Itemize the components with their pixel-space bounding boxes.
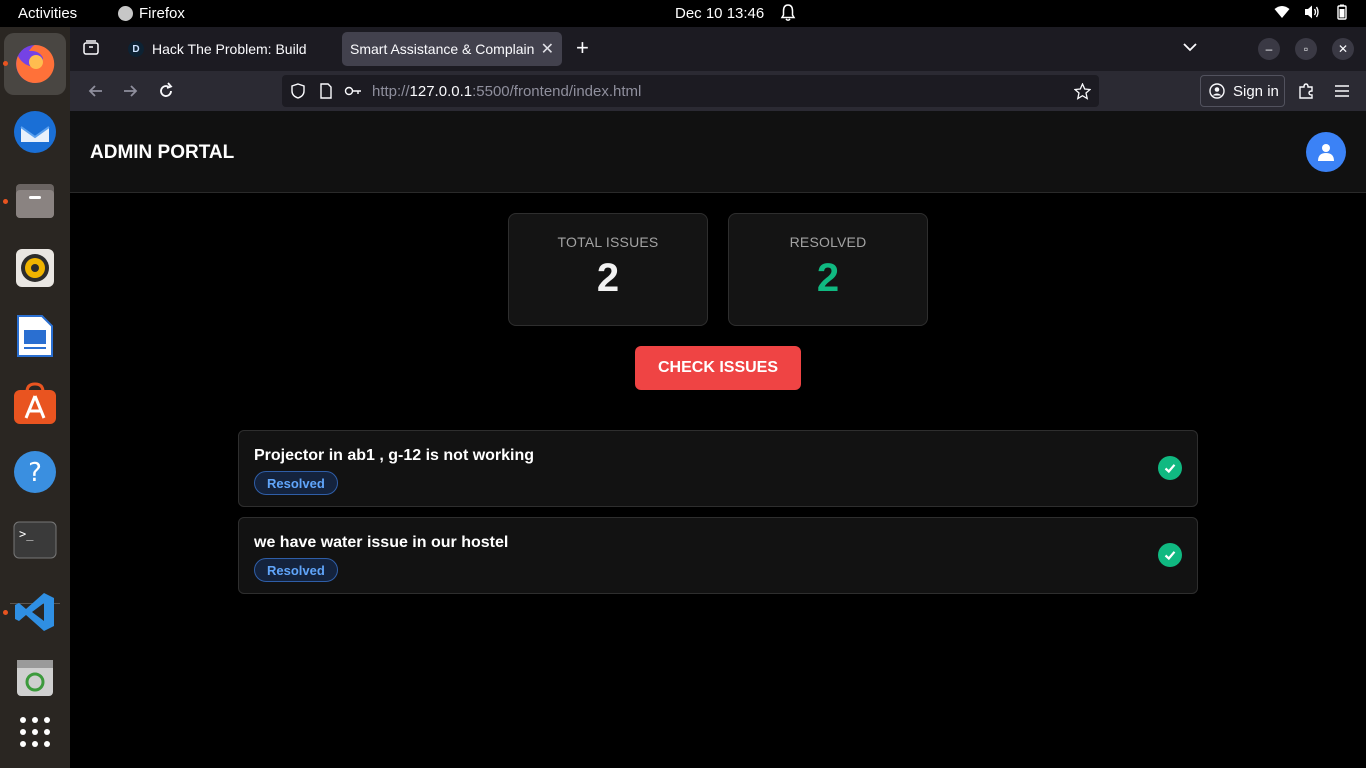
files-icon bbox=[16, 184, 54, 218]
bell-icon bbox=[780, 4, 796, 21]
dock-vscode[interactable] bbox=[10, 587, 60, 637]
tab-favicon: D bbox=[128, 41, 144, 57]
tab-title: Smart Assistance & Complain bbox=[350, 41, 535, 57]
firefox-icon bbox=[16, 44, 55, 83]
browser-nav-bar: http://127.0.0.1:5500/frontend/index.htm… bbox=[70, 71, 1366, 111]
firefox-icon bbox=[118, 6, 133, 21]
clock[interactable]: Dec 10 13:46 bbox=[675, 5, 764, 22]
dock-firefox[interactable] bbox=[4, 33, 66, 95]
check-icon bbox=[1158, 456, 1182, 480]
dock-help[interactable]: ? bbox=[10, 447, 60, 497]
svg-text:?: ? bbox=[28, 458, 42, 488]
dock-rhythmbox[interactable] bbox=[10, 243, 60, 293]
page-title: ADMIN PORTAL bbox=[90, 142, 235, 163]
dock-app-center[interactable] bbox=[10, 379, 60, 429]
web-page: ADMIN PORTAL TOTAL ISSUES 2 RESOLVED 2 C… bbox=[70, 111, 1366, 768]
new-tab-button[interactable]: + bbox=[576, 37, 589, 59]
user-icon bbox=[1318, 144, 1334, 161]
store-icon bbox=[14, 382, 56, 424]
sign-in-label: Sign in bbox=[1233, 82, 1279, 100]
dock-thunderbird[interactable] bbox=[10, 107, 60, 157]
page-header: ADMIN PORTAL bbox=[70, 111, 1366, 193]
tab-smart-assistance[interactable]: Smart Assistance & Complain ✕ bbox=[342, 32, 562, 66]
app-name: Firefox bbox=[139, 5, 185, 22]
dock: ? >_ bbox=[0, 27, 70, 768]
tab-title: Hack The Problem: Build bbox=[152, 41, 307, 57]
speaker-icon bbox=[16, 249, 54, 287]
thunderbird-icon bbox=[14, 111, 56, 153]
back-arrow-icon[interactable] bbox=[86, 81, 106, 101]
tab-overview-icon[interactable] bbox=[82, 39, 100, 57]
forward-arrow-icon[interactable] bbox=[120, 81, 140, 101]
browser-tab-bar: D Hack The Problem: Build Smart Assistan… bbox=[70, 27, 1366, 71]
total-issues-value: 2 bbox=[596, 256, 620, 300]
vscode-icon bbox=[15, 593, 54, 631]
help-icon: ? bbox=[14, 451, 56, 493]
total-issues-card: TOTAL ISSUES 2 bbox=[508, 213, 708, 326]
check-icon bbox=[1158, 543, 1182, 567]
show-apps-button[interactable] bbox=[10, 707, 60, 757]
issue-text: Projector in ab1 , g-12 is not working bbox=[254, 447, 535, 464]
close-window-button[interactable]: ✕ bbox=[1332, 38, 1354, 60]
battery-icon bbox=[1337, 4, 1347, 20]
volume-icon bbox=[1305, 5, 1319, 19]
user-avatar-button[interactable] bbox=[1306, 132, 1346, 172]
app-menu[interactable]: Firefox bbox=[118, 5, 185, 22]
extensions-icon[interactable] bbox=[1296, 81, 1316, 101]
url-text[interactable]: http://127.0.0.1:5500/frontend/index.htm… bbox=[372, 83, 641, 100]
check-issues-button[interactable]: CHECK ISSUES bbox=[635, 346, 801, 390]
grid-icon bbox=[20, 717, 50, 747]
svg-text:>_: >_ bbox=[19, 527, 34, 541]
dock-terminal[interactable]: >_ bbox=[10, 515, 60, 565]
system-tray[interactable] bbox=[1274, 4, 1350, 20]
resolved-card: RESOLVED 2 bbox=[728, 213, 928, 326]
resolved-label: RESOLVED bbox=[789, 234, 867, 250]
wifi-icon bbox=[1274, 6, 1290, 18]
menu-icon[interactable] bbox=[1332, 81, 1352, 101]
url-bar[interactable]: http://127.0.0.1:5500/frontend/index.htm… bbox=[282, 75, 1099, 107]
dock-writer[interactable] bbox=[10, 311, 60, 361]
issue-card[interactable]: we have water issue in our hostel Resolv… bbox=[238, 517, 1198, 594]
dock-trash[interactable] bbox=[10, 653, 60, 703]
status-badge: Resolved bbox=[254, 471, 338, 495]
issue-text: we have water issue in our hostel bbox=[254, 534, 509, 551]
system-top-bar: Activities Firefox Dec 10 13:46 bbox=[0, 0, 1366, 27]
shield-icon[interactable] bbox=[290, 83, 306, 99]
chevron-down-icon[interactable] bbox=[1182, 39, 1198, 55]
reload-icon[interactable] bbox=[156, 81, 176, 101]
maximize-button[interactable]: ▫ bbox=[1295, 38, 1317, 60]
star-icon[interactable] bbox=[1074, 83, 1091, 100]
account-icon bbox=[1209, 83, 1225, 99]
dock-files[interactable] bbox=[10, 175, 60, 225]
activities-button[interactable]: Activities bbox=[18, 5, 77, 22]
status-badge: Resolved bbox=[254, 558, 338, 582]
minimize-button[interactable]: – bbox=[1258, 38, 1280, 60]
tab-hack-the-problem[interactable]: D Hack The Problem: Build bbox=[120, 32, 338, 66]
document-icon bbox=[17, 315, 53, 357]
total-issues-label: TOTAL ISSUES bbox=[557, 234, 659, 250]
trash-icon bbox=[17, 660, 53, 696]
issue-card[interactable]: Projector in ab1 , g-12 is not working R… bbox=[238, 430, 1198, 507]
key-icon[interactable] bbox=[344, 83, 362, 99]
close-tab-icon[interactable]: ✕ bbox=[541, 39, 554, 59]
page-icon[interactable] bbox=[318, 83, 334, 99]
resolved-value: 2 bbox=[816, 256, 840, 300]
terminal-icon: >_ bbox=[13, 521, 57, 559]
sign-in-button[interactable]: Sign in bbox=[1200, 75, 1285, 107]
